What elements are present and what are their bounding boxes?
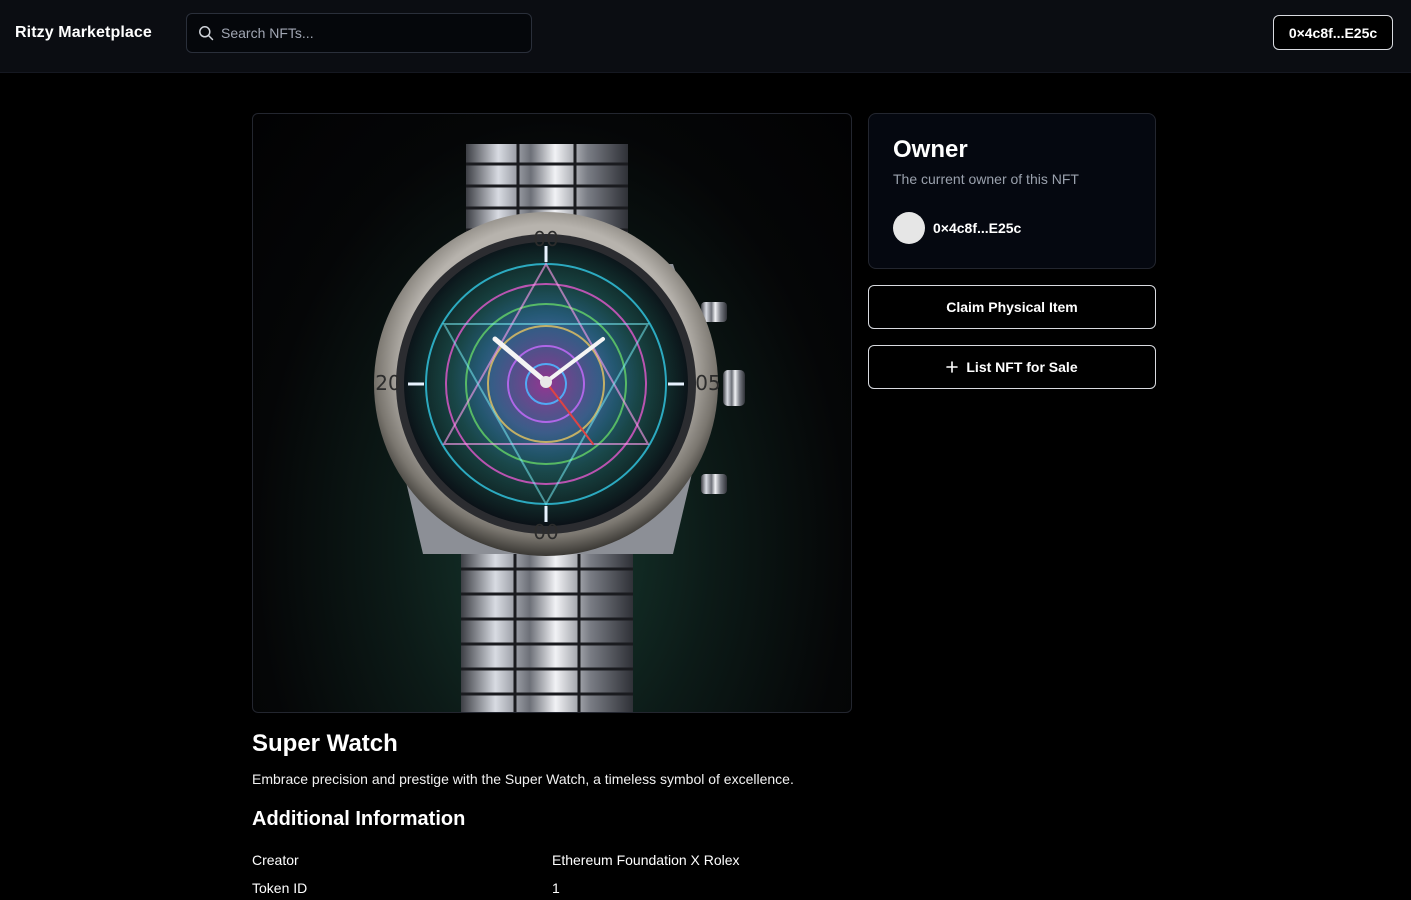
- svg-text:00: 00: [533, 227, 558, 251]
- nft-image: 00 00 20 05: [252, 113, 852, 713]
- wallet-connect-button[interactable]: 0×4c8f...E25c: [1273, 15, 1393, 50]
- info-row-creator: Creator Ethereum Foundation X Rolex: [252, 852, 852, 872]
- top-navbar: Ritzy Marketplace 0×4c8f...E25c: [0, 0, 1411, 73]
- info-row-token-id: Token ID 1: [252, 880, 852, 900]
- svg-text:05: 05: [695, 371, 720, 395]
- info-value: 1: [552, 880, 560, 896]
- claim-physical-item-button[interactable]: Claim Physical Item: [868, 285, 1156, 329]
- info-value: Ethereum Foundation X Rolex: [552, 852, 740, 868]
- list-nft-for-sale-button[interactable]: List NFT for Sale: [868, 345, 1156, 389]
- owner-card: Owner The current owner of this NFT 0×4c…: [868, 113, 1156, 269]
- nft-description: Embrace precision and prestige with the …: [252, 771, 794, 787]
- info-key: Token ID: [252, 880, 308, 896]
- svg-text:20: 20: [375, 371, 400, 395]
- info-key: Creator: [252, 852, 299, 868]
- svg-text:00: 00: [533, 520, 558, 544]
- watch-image: 00 00 20 05: [374, 144, 745, 712]
- owner-avatar: [893, 212, 925, 244]
- owner-subtitle: The current owner of this NFT: [893, 171, 1079, 187]
- list-button-label: List NFT for Sale: [966, 359, 1078, 375]
- owner-title: Owner: [893, 136, 968, 163]
- plus-icon: [946, 361, 959, 373]
- claim-button-label: Claim Physical Item: [946, 299, 1078, 315]
- additional-info-heading: Additional Information: [252, 808, 466, 830]
- owner-address[interactable]: 0×4c8f...E25c: [933, 220, 1021, 236]
- nft-title: Super Watch: [252, 730, 398, 757]
- search-icon: [199, 26, 214, 41]
- brand-logo-text[interactable]: Ritzy Marketplace: [15, 24, 152, 42]
- search-box[interactable]: [186, 13, 532, 53]
- bracelet-bottom: [461, 544, 633, 712]
- search-input[interactable]: [219, 14, 519, 52]
